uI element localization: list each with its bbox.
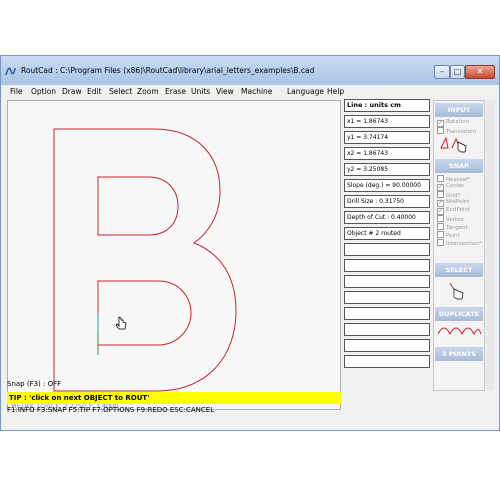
- menu-help[interactable]: Help: [327, 87, 344, 96]
- menu-edit[interactable]: Edit: [87, 87, 102, 96]
- checkbox-icon[interactable]: [437, 215, 444, 222]
- snap-vertex[interactable]: Vertex: [437, 215, 464, 223]
- letter-b-lower-counter[interactable]: [97, 280, 192, 346]
- drawing-canvas[interactable]: METRIC [cm] X: 2.2250 Y: 3.4000: [7, 100, 341, 410]
- snap-status: Snap (F3) : OFF: [7, 380, 62, 388]
- vertical-scrollbar[interactable]: [486, 100, 495, 390]
- menu-file[interactable]: File: [10, 87, 23, 96]
- prop-y1[interactable]: y1 = 3.74174: [344, 131, 430, 144]
- drawing-svg: [53, 128, 237, 392]
- select-header[interactable]: SELECT: [435, 263, 483, 277]
- duplicate-icon[interactable]: [436, 325, 482, 337]
- minimize-button[interactable]: –: [434, 65, 450, 79]
- input-mode-icon[interactable]: [439, 136, 469, 154]
- checkbox-icon[interactable]: ✓: [437, 208, 444, 215]
- hand-cursor-icon: [115, 316, 127, 330]
- close-button[interactable]: ✕: [465, 65, 495, 79]
- checkbox-icon[interactable]: ✓: [437, 184, 444, 191]
- letter-b-outer-outline[interactable]: [53, 128, 237, 392]
- maximize-button[interactable]: □: [450, 65, 465, 79]
- snap-nearest[interactable]: Nearest*: [437, 175, 470, 183]
- duplicate-header[interactable]: DUPLICATE: [435, 307, 483, 321]
- select-pointer-icon[interactable]: [446, 281, 468, 303]
- properties-panel: Line : units cm x1 = 1.86743 y1 = 3.7417…: [342, 98, 432, 368]
- prop-object[interactable]: Object # 2 routed: [344, 227, 430, 240]
- prop-depth[interactable]: Depth of Cut : 0.40000: [344, 211, 430, 224]
- checkbox-icon[interactable]: [437, 127, 444, 134]
- prop-slope[interactable]: Slope (deg.) = 90.00000: [344, 179, 430, 192]
- checkbox-icon[interactable]: [437, 191, 444, 198]
- option-translation[interactable]: Translation: [437, 127, 476, 135]
- snap-center[interactable]: ✓ Center: [437, 183, 465, 191]
- window-title: RoutCad : C:\Program Files (x86)\RoutCad…: [21, 66, 315, 75]
- menu-erase[interactable]: Erase: [165, 87, 186, 96]
- snap-grid[interactable]: Grid*: [437, 191, 460, 199]
- title-bar[interactable]: RoutCad : C:\Program Files (x86)\RoutCad…: [1, 56, 499, 85]
- checkbox-icon[interactable]: ✓: [437, 120, 444, 127]
- letter-b-upper-counter[interactable]: [97, 176, 179, 236]
- checkbox-icon[interactable]: [437, 223, 444, 230]
- menu-select[interactable]: Select: [109, 87, 132, 96]
- menu-view[interactable]: View: [216, 87, 234, 96]
- tip-bar: TIP : 'click on next OBJECT to ROUT': [7, 392, 341, 404]
- menu-option[interactable]: Option: [31, 87, 56, 96]
- function-key-hints: F1:INFO F3:SNAP F5:TIP F7:OPTIONS F9:RED…: [7, 406, 215, 414]
- routcad-app-icon: [5, 67, 16, 76]
- prop-empty-1[interactable]: [344, 243, 430, 256]
- menu-machine[interactable]: Machine: [241, 87, 272, 96]
- prop-empty-4[interactable]: [344, 291, 430, 304]
- prop-x2[interactable]: x2 = 1.86743: [344, 147, 430, 160]
- menu-zoom[interactable]: Zoom: [137, 87, 159, 96]
- props-header: Line : units cm: [344, 99, 430, 112]
- prop-empty-7[interactable]: [344, 339, 430, 352]
- tool-panel: INPUT ✓ Rotation Translation SNAP Nearest…: [433, 100, 485, 391]
- prop-empty-8[interactable]: [344, 355, 430, 368]
- prop-empty-5[interactable]: [344, 307, 430, 320]
- minimize-icon: –: [440, 67, 444, 76]
- input-header[interactable]: INPUT: [435, 103, 483, 117]
- snap-point[interactable]: Point: [437, 231, 460, 239]
- checkbox-icon[interactable]: [437, 231, 444, 238]
- prop-empty-2[interactable]: [344, 259, 430, 272]
- checkbox-icon[interactable]: [437, 239, 444, 246]
- snap-tangent[interactable]: Tangent: [437, 223, 468, 231]
- checkbox-icon[interactable]: [437, 175, 444, 182]
- prop-empty-3[interactable]: [344, 275, 430, 288]
- app-window: RoutCad : C:\Program Files (x86)\RoutCad…: [0, 55, 500, 431]
- menu-draw[interactable]: Draw: [62, 87, 82, 96]
- prop-empty-6[interactable]: [344, 323, 430, 336]
- menu-units[interactable]: Units: [191, 87, 210, 96]
- snap-header[interactable]: SNAP: [435, 159, 483, 173]
- option-rotation[interactable]: ✓ Rotation: [437, 119, 469, 127]
- prop-x1[interactable]: x1 = 1.86743: [344, 115, 430, 128]
- snap-endpoint[interactable]: ✓ EndPoint: [437, 207, 470, 215]
- snap-midpoint[interactable]: ✓ MidPoint: [437, 199, 469, 207]
- close-icon: ✕: [476, 67, 484, 76]
- checkbox-icon[interactable]: ✓: [437, 200, 444, 207]
- menu-language[interactable]: Language: [287, 87, 324, 96]
- prop-drill[interactable]: Drill Size : 0.31750: [344, 195, 430, 208]
- menu-bar: File Option Draw Edit Select Zoom Erase …: [1, 85, 499, 99]
- prop-y2[interactable]: y2 = 3.25085: [344, 163, 430, 176]
- three-points-header[interactable]: 3 POINTS: [435, 347, 483, 361]
- maximize-icon: □: [453, 67, 462, 76]
- snap-intersection[interactable]: Intersection*: [437, 239, 481, 247]
